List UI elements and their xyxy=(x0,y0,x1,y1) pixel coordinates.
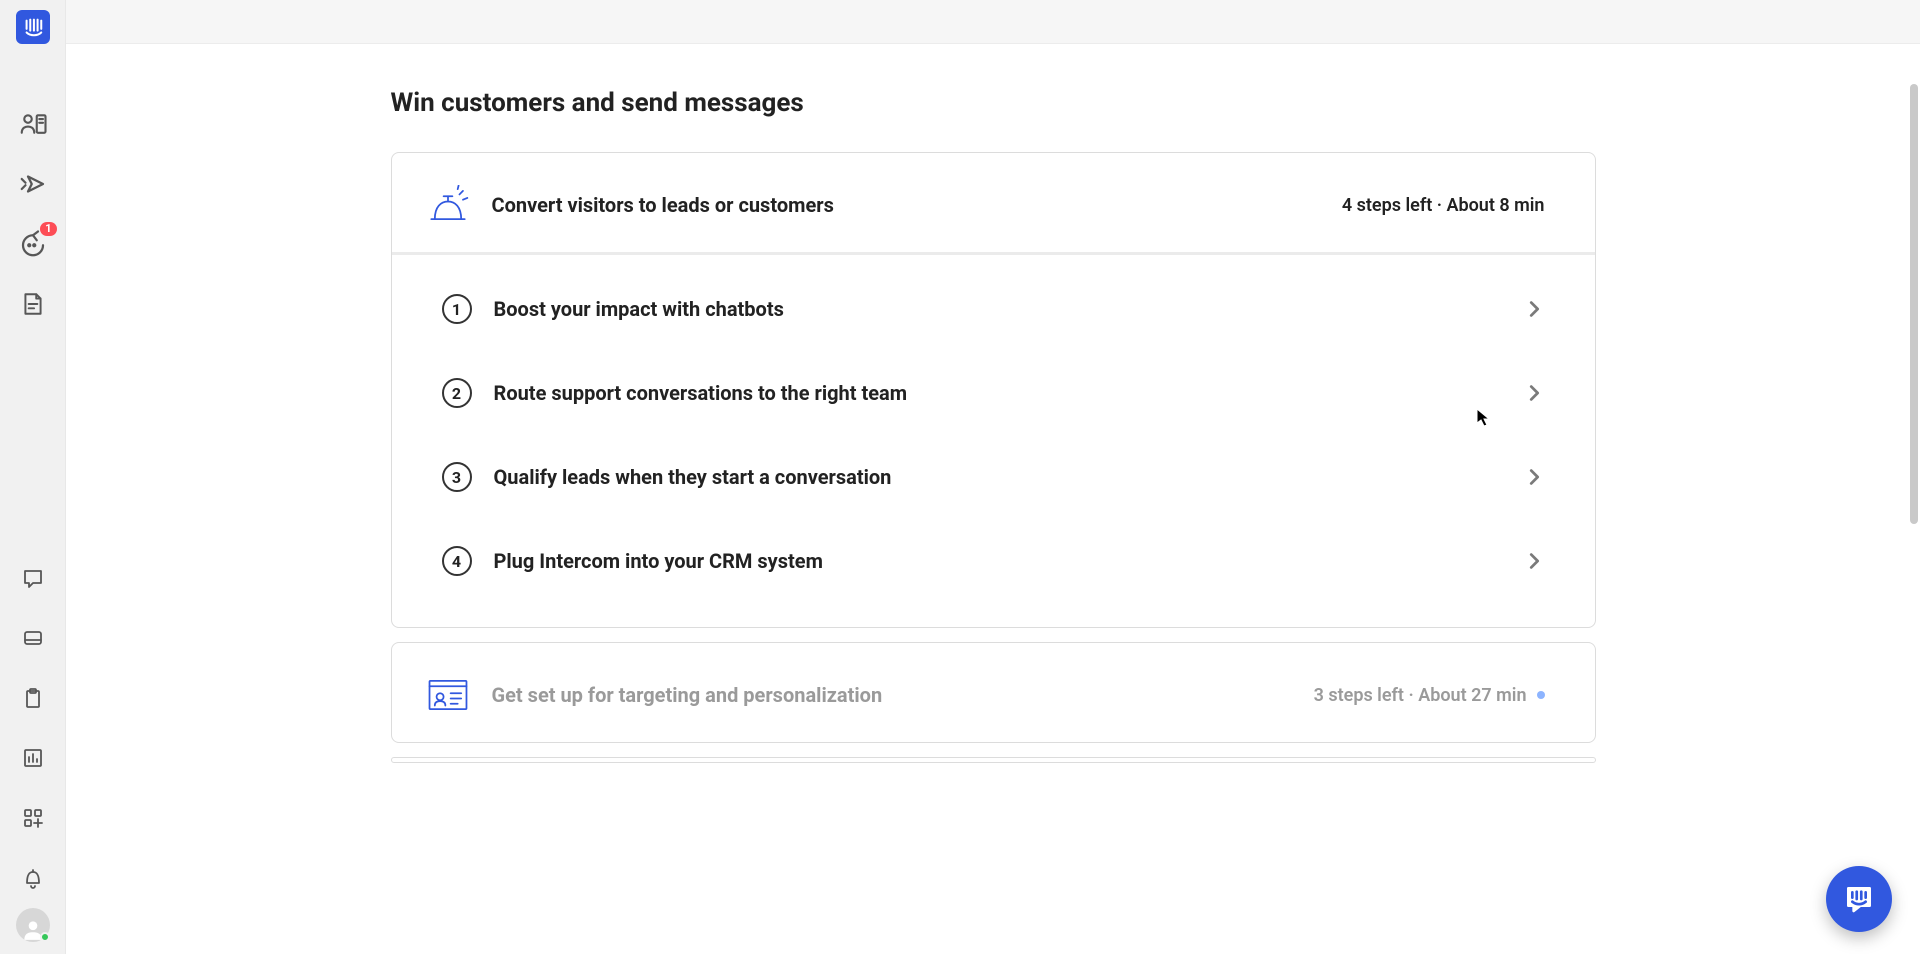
card-title: Convert visitors to leads or customers xyxy=(492,193,1342,217)
sidebar-item-articles[interactable] xyxy=(17,288,49,320)
clipboard-icon xyxy=(21,686,45,710)
inbox-badge: 1 xyxy=(40,222,56,236)
app-logo[interactable] xyxy=(16,10,50,44)
sidebar-item-tasks[interactable] xyxy=(17,682,49,714)
step-number: 1 xyxy=(442,294,472,324)
step-label: Qualify leads when they start a conversa… xyxy=(494,465,1523,489)
scrollbar[interactable] xyxy=(1910,84,1918,954)
intercom-chat-icon xyxy=(1843,883,1875,915)
intercom-icon xyxy=(22,16,44,38)
sidebar-item-contacts[interactable] xyxy=(17,108,49,140)
sidebar-item-reports[interactable] xyxy=(17,742,49,774)
message-icon xyxy=(21,566,45,590)
apps-icon xyxy=(21,806,45,830)
contacts-icon xyxy=(18,109,48,139)
chevron-right-icon xyxy=(1523,466,1545,488)
sidebar: 1 xyxy=(0,0,66,954)
step-plug-crm[interactable]: 4 Plug Intercom into your CRM system xyxy=(392,519,1595,603)
card-placeholder xyxy=(391,757,1596,763)
card-header[interactable]: Convert visitors to leads or customers 4… xyxy=(392,153,1595,252)
card-targeting-personalization: Get set up for targeting and personaliza… xyxy=(391,642,1596,743)
article-icon xyxy=(20,291,46,317)
step-number: 4 xyxy=(442,546,472,576)
card-meta: 3 steps left · About 27 min xyxy=(1314,685,1545,706)
step-boost-chatbots[interactable]: 1 Boost your impact with chatbots xyxy=(392,267,1595,351)
chevron-right-icon xyxy=(1523,298,1545,320)
sidebar-avatar[interactable] xyxy=(16,908,50,942)
steps-list: 1 Boost your impact with chatbots 2 Rout… xyxy=(392,255,1595,627)
page-title: Win customers and send messages xyxy=(391,88,1596,118)
main: Win customers and send messages Convert … xyxy=(66,44,1920,954)
news-icon xyxy=(21,626,45,650)
sidebar-item-inbox[interactable]: 1 xyxy=(17,228,49,260)
sidebar-item-messages[interactable] xyxy=(17,562,49,594)
topbar xyxy=(66,0,1920,44)
step-number: 3 xyxy=(442,462,472,492)
send-icon xyxy=(18,169,48,199)
sidebar-item-notifications[interactable] xyxy=(17,862,49,894)
chevron-right-icon xyxy=(1523,382,1545,404)
step-label: Boost your impact with chatbots xyxy=(494,297,1523,321)
status-online-dot xyxy=(40,932,50,942)
cursor-icon xyxy=(1476,408,1492,428)
scrollbar-thumb[interactable] xyxy=(1910,84,1918,524)
status-dot-icon xyxy=(1537,691,1545,699)
chat-launcher[interactable] xyxy=(1826,866,1892,932)
step-route-support[interactable]: 2 Route support conversations to the rig… xyxy=(392,351,1595,435)
step-number: 2 xyxy=(442,378,472,408)
sidebar-item-apps[interactable] xyxy=(17,802,49,834)
card-convert-visitors: Convert visitors to leads or customers 4… xyxy=(391,152,1596,628)
card-meta: 4 steps left · About 8 min xyxy=(1342,195,1545,216)
card-header[interactable]: Get set up for targeting and personaliza… xyxy=(392,643,1595,742)
step-label: Plug Intercom into your CRM system xyxy=(494,549,1523,573)
chart-icon xyxy=(21,746,45,770)
step-qualify-leads[interactable]: 3 Qualify leads when they start a conver… xyxy=(392,435,1595,519)
bell-icon xyxy=(21,866,45,890)
profile-card-icon xyxy=(426,673,470,717)
card-title: Get set up for targeting and personaliza… xyxy=(492,683,1314,707)
step-label: Route support conversations to the right… xyxy=(494,381,1523,405)
sidebar-item-outbound[interactable] xyxy=(17,168,49,200)
bell-service-icon xyxy=(426,183,470,227)
card-meta-text: 3 steps left · About 27 min xyxy=(1314,685,1527,706)
sidebar-item-news[interactable] xyxy=(17,622,49,654)
chevron-right-icon xyxy=(1523,550,1545,572)
